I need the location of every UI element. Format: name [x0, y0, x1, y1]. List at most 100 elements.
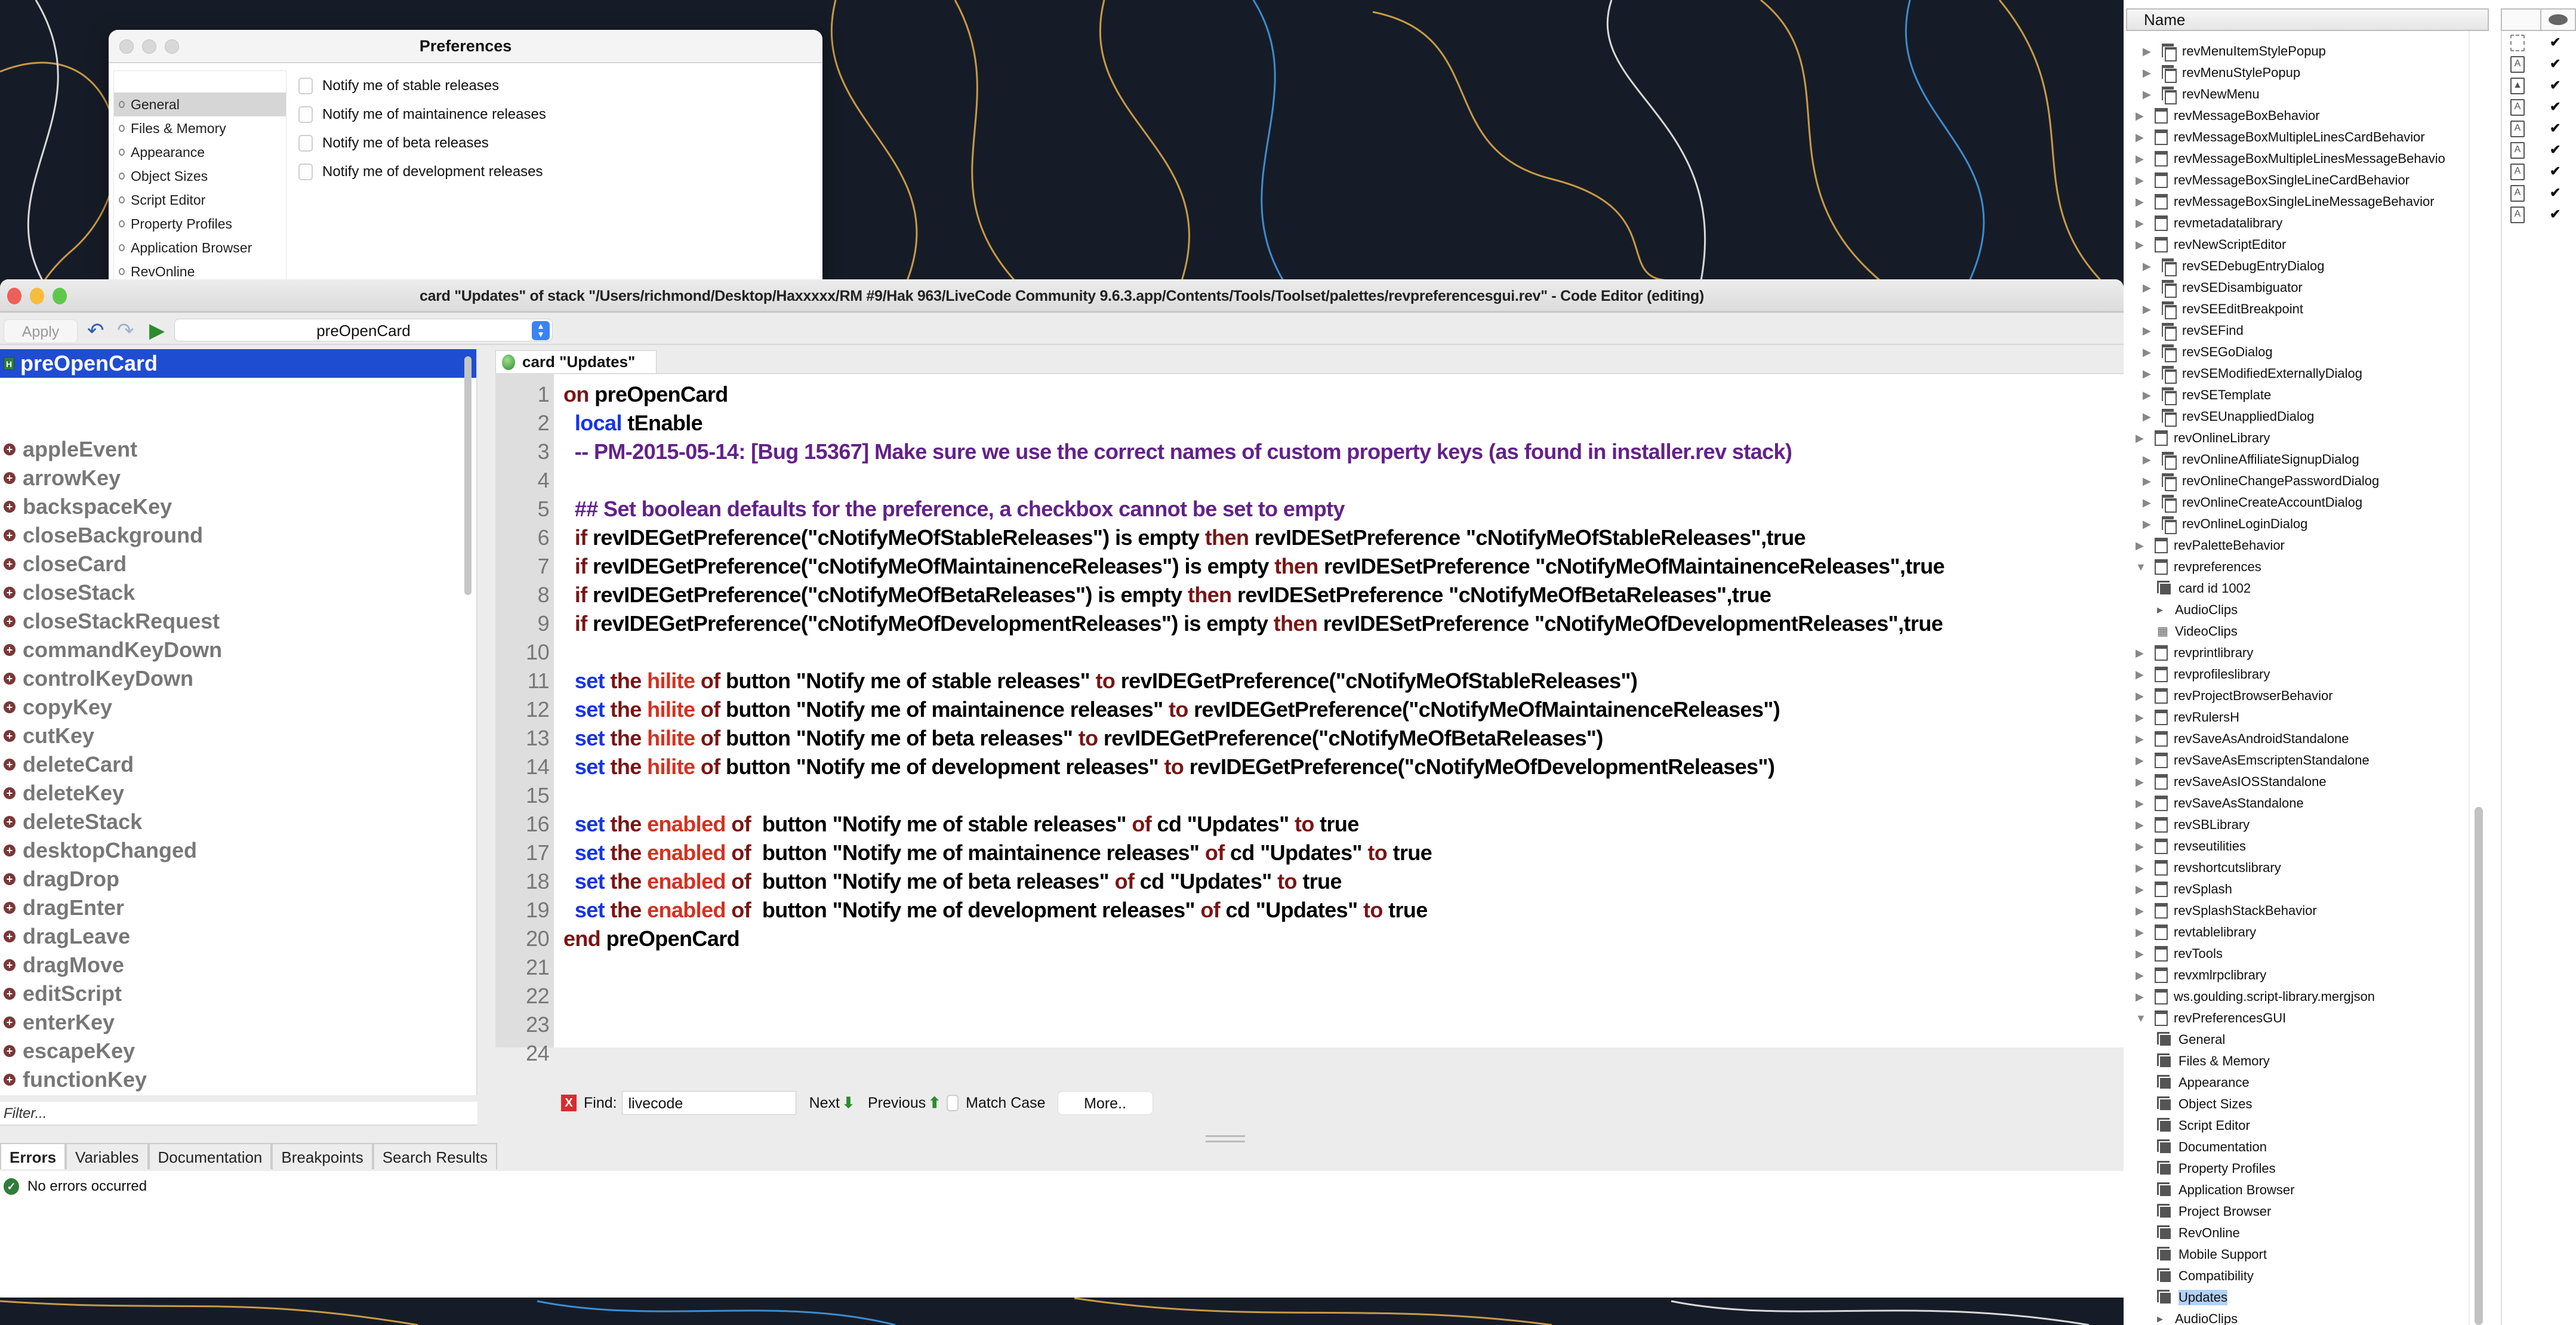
tree-row[interactable]: ▶ revSplashStackBehavior — [2136, 900, 2317, 922]
disclosure-collapsed-icon[interactable]: ▶ — [2136, 540, 2146, 552]
tree-row[interactable]: ▶ revSBLibrary — [2136, 814, 2250, 836]
undo-icon[interactable]: ↶ — [87, 320, 104, 341]
code-line[interactable]: 18 set the enabled of button "Notify me … — [495, 867, 1342, 896]
tree-row[interactable]: ▶ revSEDisambiguator — [2143, 277, 2303, 298]
tree-row[interactable]: ▶ revSaveAsIOSStandalone — [2136, 771, 2327, 793]
handler-item[interactable]: + desktopChanged — [0, 836, 476, 865]
nav-item-script-editor[interactable]: Script Editor — [114, 188, 286, 212]
code-line[interactable]: 13 set the hilite of button "Notify me o… — [495, 724, 1603, 753]
eye-icon[interactable] — [2549, 14, 2568, 25]
disclosure-collapsed-icon[interactable]: ▶ — [2143, 518, 2153, 531]
tree-row[interactable]: ▶ revseutilities — [2136, 836, 2246, 857]
handler-item[interactable]: + deleteCard — [0, 750, 476, 779]
disclosure-expanded-icon[interactable]: ▼ — [2136, 561, 2146, 574]
tree-row[interactable]: ▶ revSEFind — [2143, 320, 2244, 341]
handler-item[interactable]: + dragMove — [0, 951, 476, 979]
visible-check-icon[interactable]: ✔ — [2550, 99, 2560, 115]
disclosure-collapsed-icon[interactable]: ▶ — [2143, 497, 2153, 509]
tree-row[interactable]: ▶ revMessageBoxMultipleLinesMessageBehavi… — [2136, 148, 2445, 170]
code-line[interactable]: 22 — [495, 982, 563, 1010]
disclosure-collapsed-icon[interactable]: ▶ — [2136, 733, 2146, 745]
tree-row[interactable]: General — [2157, 1029, 2225, 1050]
handler-select[interactable]: preOpenCard ▴ ▾ — [174, 319, 553, 341]
editor-titlebar[interactable]: card "Updates" of stack "/Users/richmond… — [0, 279, 2124, 313]
tree-row[interactable]: Script Editor — [2157, 1115, 2250, 1136]
tree-row[interactable]: ▶ revprintlibrary — [2136, 642, 2253, 664]
visible-check-icon[interactable]: ✔ — [2550, 207, 2560, 222]
handler-item[interactable]: + functionKey — [0, 1065, 476, 1094]
checkbox[interactable] — [298, 78, 313, 94]
disclosure-collapsed-icon[interactable]: ▶ — [2143, 260, 2153, 273]
disclosure-collapsed-icon[interactable]: ▶ — [2143, 368, 2153, 380]
tree-row[interactable]: Project Browser — [2157, 1201, 2271, 1222]
disclosure-collapsed-icon[interactable]: ▶ — [2136, 153, 2146, 165]
handler-item[interactable]: + closeStackRequest — [0, 607, 476, 636]
tree-row[interactable]: ▶ revNewScriptEditor — [2136, 234, 2286, 255]
tree-row[interactable]: ▶ revMessageBoxMultipleLinesCardBehavior — [2136, 127, 2425, 148]
checkbox[interactable] — [298, 135, 313, 152]
disclosure-collapsed-icon[interactable]: ▶ — [2136, 926, 2146, 939]
disclosure-collapsed-icon[interactable]: ▶ — [2143, 67, 2153, 79]
tree-scrollbar[interactable] — [2475, 807, 2483, 1325]
nav-item-appearance[interactable]: Appearance — [114, 140, 286, 164]
tree-row[interactable]: Application Browser — [2157, 1179, 2294, 1201]
visible-check-icon[interactable]: ✔ — [2550, 35, 2560, 50]
handler-item[interactable]: + dragDrop — [0, 865, 476, 893]
handler-item[interactable]: + closeBackground — [0, 521, 476, 550]
disclosure-expanded-icon[interactable]: ▼ — [2136, 1012, 2146, 1025]
tree-row[interactable]: Updates — [2157, 1287, 2227, 1308]
checkbox[interactable] — [298, 106, 313, 123]
handler-item[interactable]: + deleteStack — [0, 808, 476, 836]
disclosure-collapsed-icon[interactable]: ▶ — [2136, 668, 2146, 681]
tree-row[interactable]: ▶ revSaveAsEmscriptenStandalone — [2136, 750, 2369, 771]
disclosure-collapsed-icon[interactable]: ▶ — [2143, 282, 2153, 294]
tree-row[interactable]: Property Profiles — [2157, 1158, 2276, 1179]
disclosure-collapsed-icon[interactable]: ▶ — [2143, 303, 2153, 316]
tree-row[interactable]: ▶ revSplash — [2136, 879, 2232, 900]
visible-check-icon[interactable]: ✔ — [2550, 56, 2560, 72]
tree-row[interactable]: ▶ revSEModifiedExternallyDialog — [2143, 363, 2362, 384]
handler-item[interactable]: + editScript — [0, 979, 476, 1008]
tab-variables[interactable]: Variables — [66, 1143, 149, 1169]
tree-row[interactable]: ▦ VideoClips — [2157, 621, 2238, 642]
disclosure-collapsed-icon[interactable]: ▶ — [2136, 217, 2146, 230]
code-line[interactable]: 9 if revIDEGetPreference("cNotifyMeOfDev… — [495, 609, 1943, 638]
tree-row[interactable]: RevOnline — [2157, 1222, 2240, 1244]
code-line[interactable]: 14 set the hilite of button "Notify me o… — [495, 753, 1775, 781]
code-line[interactable]: 10 — [495, 638, 563, 667]
preferences-titlebar[interactable]: Preferences — [109, 30, 822, 63]
disclosure-collapsed-icon[interactable]: ▶ — [2136, 174, 2146, 187]
tab-documentation[interactable]: Documentation — [148, 1143, 272, 1169]
handler-item[interactable]: + controlKeyDown — [0, 664, 476, 693]
handler-item[interactable]: + dragEnter — [0, 893, 476, 922]
visible-check-icon[interactable]: ✔ — [2550, 185, 2560, 201]
column-header-name[interactable]: Name — [2126, 8, 2489, 31]
tree-row[interactable]: ▶ revmetadatalibrary — [2136, 212, 2282, 234]
code-line[interactable]: 7 if revIDEGetPreference("cNotifyMeOfMai… — [495, 552, 1945, 581]
disclosure-collapsed-icon[interactable]: ▶ — [2136, 969, 2146, 982]
tree-row[interactable]: ▶ revMenuItemStylePopup — [2143, 41, 2326, 62]
tree-row[interactable]: ▸ AudioClips — [2157, 599, 2238, 621]
code-line[interactable]: 19 set the enabled of button "Notify me … — [495, 896, 1428, 925]
handler-item[interactable]: + enterKey — [0, 1008, 476, 1037]
find-input[interactable]: livecode — [621, 1091, 796, 1115]
handler-item[interactable]: + dragLeave — [0, 922, 476, 951]
tree-row[interactable]: Object Sizes — [2157, 1093, 2253, 1115]
code-line[interactable]: 23 — [495, 1010, 563, 1039]
disclosure-collapsed-icon[interactable]: ▶ — [2143, 389, 2153, 402]
code-line[interactable]: 11 set the hilite of button "Notify me o… — [495, 667, 1638, 695]
handler-item[interactable]: + deleteKey — [0, 779, 476, 808]
handler-item[interactable]: + appleEvent — [0, 435, 476, 464]
tree-row[interactable]: ▶ revSETemplate — [2143, 384, 2271, 406]
disclosure-collapsed-icon[interactable]: ▶ — [2136, 862, 2146, 874]
nav-item-application-browser[interactable]: Application Browser — [114, 236, 286, 260]
handler-item[interactable]: + backspaceKey — [0, 492, 476, 521]
code-line[interactable]: 16 set the enabled of button "Notify me … — [495, 810, 1359, 839]
code-line[interactable]: 4 — [495, 466, 563, 495]
filter-input[interactable]: Filter... — [0, 1102, 477, 1126]
code-line[interactable]: 12 set the hilite of button "Notify me o… — [495, 695, 1780, 724]
option-development-releases[interactable]: Notify me of development releases — [298, 158, 546, 186]
code-line[interactable]: 15 — [495, 781, 563, 810]
visible-check-icon[interactable]: ✔ — [2550, 142, 2560, 158]
tree-row[interactable]: ▶ revshortcutslibrary — [2136, 857, 2281, 879]
